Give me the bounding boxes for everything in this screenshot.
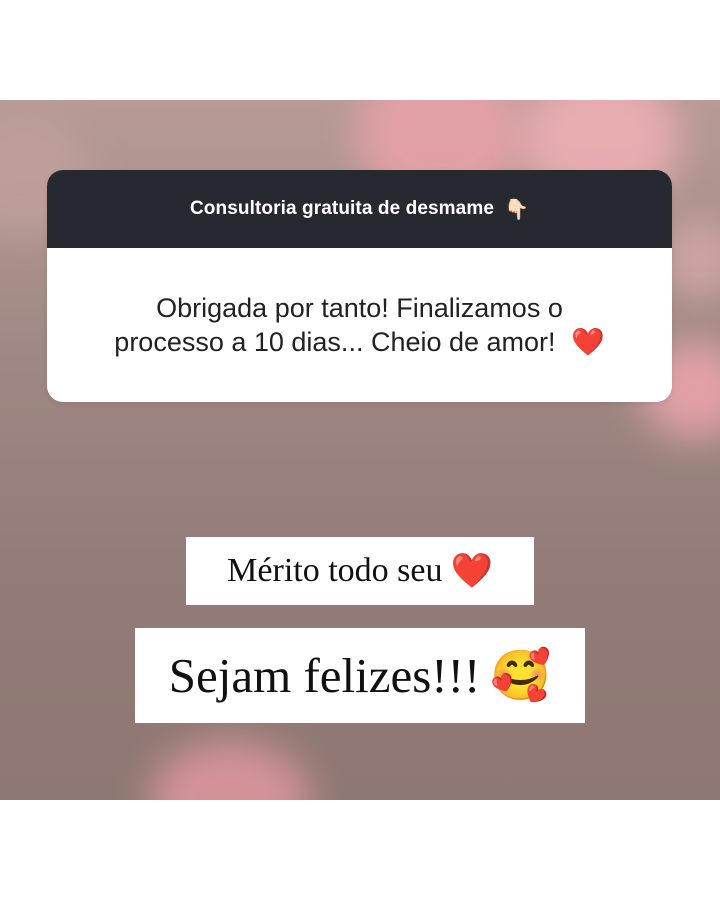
- post-canvas: Consultoria gratuita de desmame 👇🏻 Obrig…: [0, 0, 720, 900]
- reply-caption-2: Sejam felizes!!! 🥰: [135, 628, 585, 723]
- message-line-1: Obrigada por tanto! Finalizamos o: [156, 293, 563, 323]
- pointing-down-icon: 👇🏻: [504, 198, 530, 221]
- reply-text-1: Mérito todo seu: [227, 552, 443, 589]
- question-card-header: Consultoria gratuita de desmame 👇🏻: [47, 170, 672, 248]
- reply-text-2: Sejam felizes!!!: [168, 648, 481, 703]
- heart-icon: ❤️: [450, 553, 493, 590]
- bokeh-light-4: [150, 740, 310, 800]
- smiling-face-with-hearts-icon: 🥰: [490, 648, 552, 703]
- reply-caption-1: Mérito todo seu ❤️: [186, 537, 534, 605]
- heart-icon: ❤️: [571, 327, 605, 357]
- question-card-title: Consultoria gratuita de desmame: [189, 198, 494, 219]
- message-line-2: processo a 10 dias... Cheio de amor! ❤️: [114, 327, 605, 357]
- question-card-message: Obrigada por tanto! Finalizamos o proces…: [47, 248, 672, 402]
- question-card: Consultoria gratuita de desmame 👇🏻 Obrig…: [47, 170, 672, 402]
